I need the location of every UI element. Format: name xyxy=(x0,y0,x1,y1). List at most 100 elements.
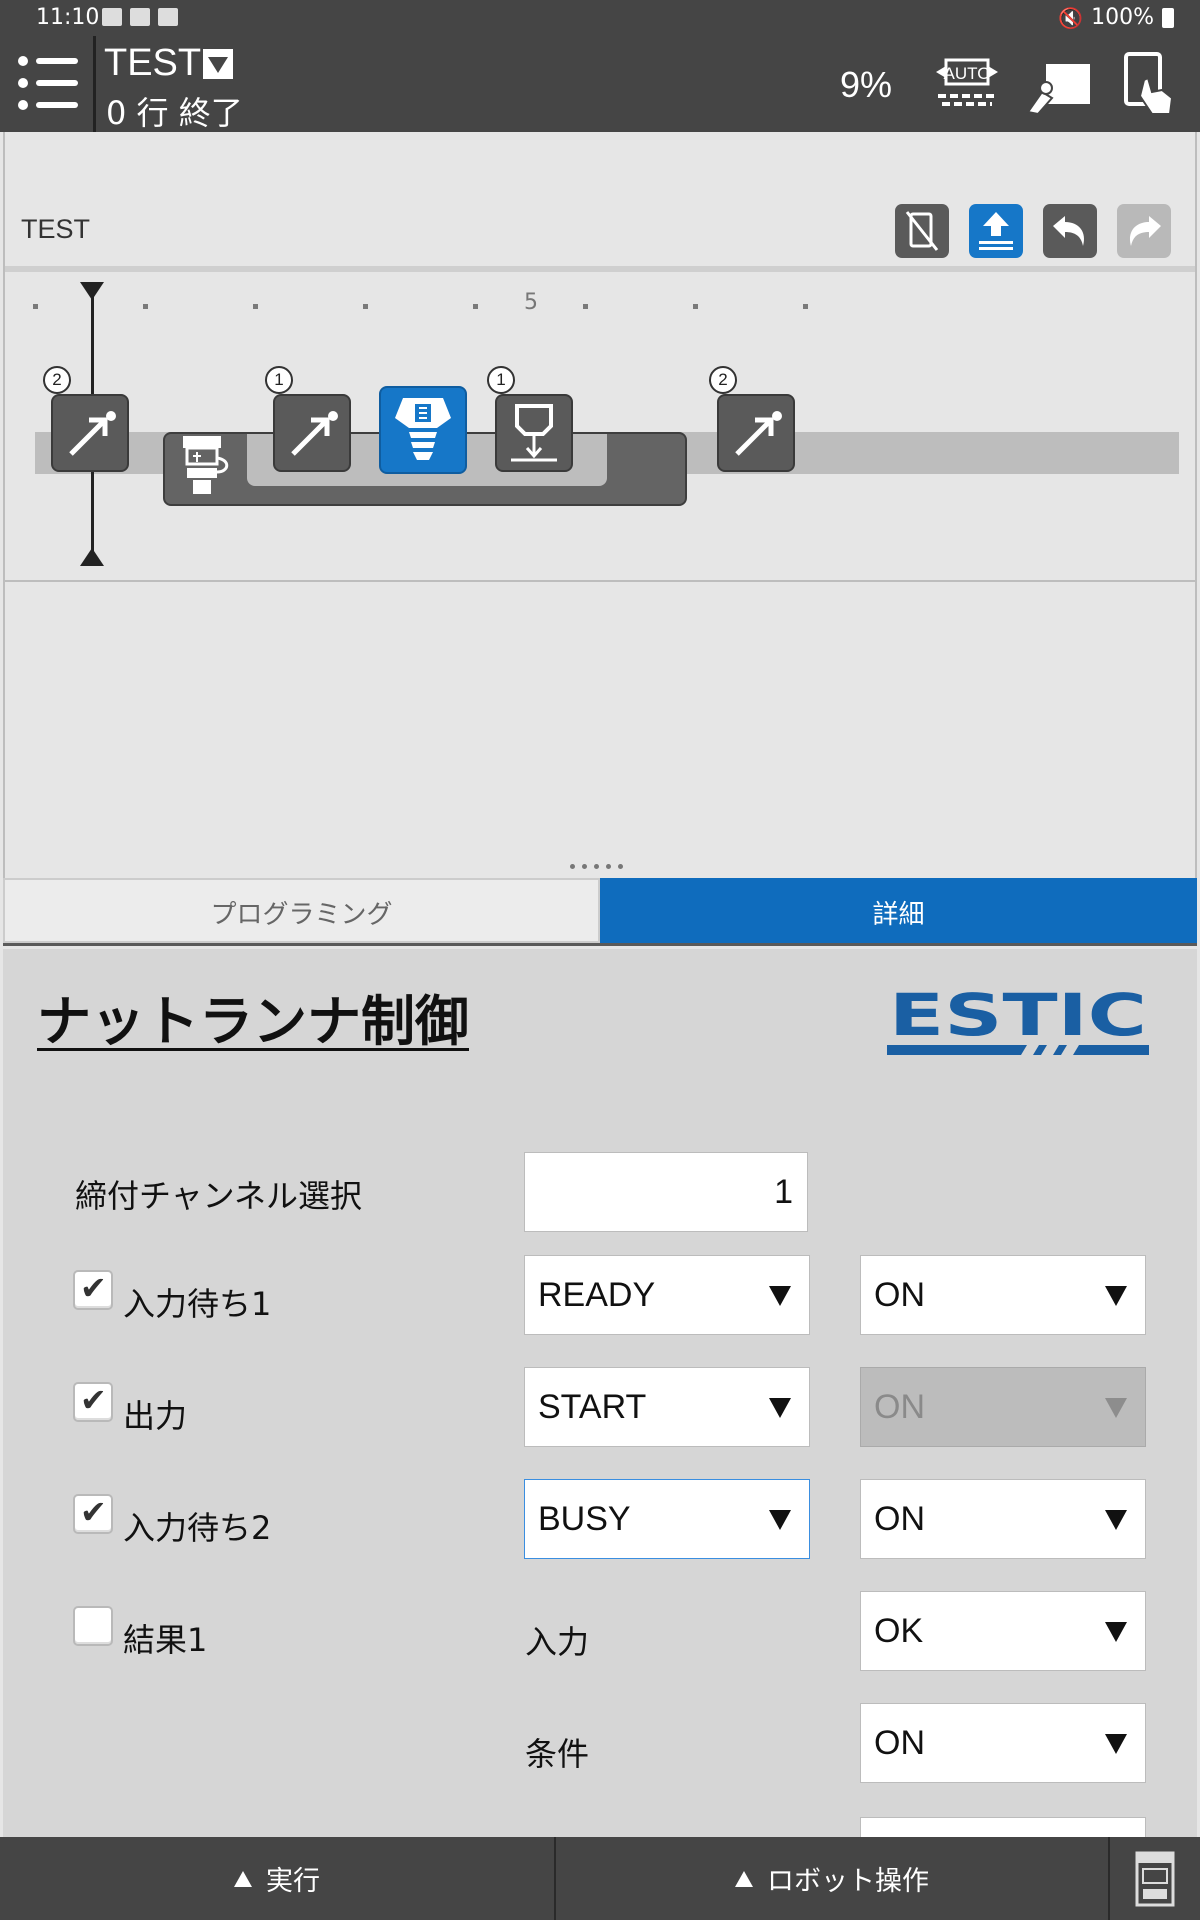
wait1-state-value: ON xyxy=(874,1276,925,1314)
wait2-label: 入力待ち2 xyxy=(123,1509,272,1547)
press-block[interactable] xyxy=(495,394,573,472)
dropdown-icon xyxy=(203,48,234,79)
run-button[interactable]: 実行 xyxy=(0,1837,554,1920)
timeline-marker-label: 5 xyxy=(524,290,538,315)
auto-mode-icon[interactable]: AUTO xyxy=(932,52,1002,116)
playhead-top-marker xyxy=(80,282,104,300)
redo-icon xyxy=(1129,216,1161,246)
redo-button[interactable] xyxy=(1117,204,1171,258)
nutrunner-icon xyxy=(395,398,451,460)
detail-panel: ナットランナ制御 ESTIC 締付チャンネル選択 1 入力待ち1 READY O… xyxy=(3,949,1197,1837)
run-label: 実行 xyxy=(266,1866,320,1897)
resize-handle[interactable] xyxy=(570,864,623,869)
nutrunner-block-selected[interactable] xyxy=(379,386,467,474)
block-badge: 2 xyxy=(43,366,71,394)
dropdown-arrow-icon xyxy=(1105,1622,1127,1642)
playhead-bottom-marker xyxy=(80,548,104,566)
channel-label: 締付チャンネル選択 xyxy=(75,1177,363,1215)
move-arrow-icon xyxy=(291,411,338,456)
result1-label: 結果1 xyxy=(123,1621,208,1659)
hide-teach-button[interactable] xyxy=(895,204,949,258)
block-badge: 1 xyxy=(265,366,293,394)
channel-input[interactable]: 1 xyxy=(524,1152,808,1232)
logo-text: ESTIC xyxy=(889,989,1147,1049)
controller-icon xyxy=(1135,1851,1175,1906)
dropdown-arrow-icon xyxy=(769,1510,791,1530)
wait1-signal-value: READY xyxy=(538,1276,656,1314)
menu-icon-line xyxy=(18,78,78,88)
panel-tabs: プログラミング 詳細 xyxy=(3,878,1197,946)
battery-level: 100% xyxy=(1091,5,1154,30)
menu-icon xyxy=(18,56,78,66)
mute-icon: 🔇 xyxy=(1058,5,1084,30)
speed-percent[interactable]: 9% xyxy=(840,64,892,106)
svg-text:AUTO: AUTO xyxy=(944,64,991,83)
press-icon xyxy=(511,404,557,462)
controller-button[interactable] xyxy=(1110,1837,1200,1920)
notification-icons xyxy=(102,8,178,26)
gallery-icon xyxy=(102,8,122,26)
app-header: TEST 0 行 終了 9% AUTO xyxy=(0,36,1200,132)
timeline-tick xyxy=(803,304,808,309)
expand-up-icon xyxy=(234,1870,252,1887)
move-block[interactable] xyxy=(717,394,795,472)
result1-input-value: OK xyxy=(874,1612,924,1650)
loop-icon xyxy=(183,436,229,494)
move-arrow-icon xyxy=(735,411,782,456)
wait1-state-select[interactable]: ON xyxy=(860,1255,1146,1335)
touch-panel-icon[interactable] xyxy=(1118,52,1188,116)
battery-icon xyxy=(1162,7,1174,28)
next-field-partial[interactable] xyxy=(860,1817,1146,1837)
result1-condition-select[interactable]: ON xyxy=(860,1703,1146,1783)
upload-button[interactable] xyxy=(969,204,1023,258)
wait2-state-value: ON xyxy=(874,1500,925,1538)
robot-operation-button[interactable]: ロボット操作 xyxy=(556,1837,1108,1920)
undo-button[interactable] xyxy=(1043,204,1097,258)
output-signal-select[interactable]: START xyxy=(524,1367,810,1447)
estic-logo: ESTIC xyxy=(887,989,1149,1055)
program-status: 0 行 終了 xyxy=(106,94,243,132)
program-editor: TEST 5 2 1 1 2 xyxy=(3,132,1197,878)
move-block[interactable] xyxy=(51,394,129,472)
result1-input-select[interactable]: OK xyxy=(860,1591,1146,1671)
program-name: TEST xyxy=(104,42,202,84)
expand-up-icon xyxy=(735,1870,753,1887)
tab-programming[interactable]: プログラミング xyxy=(3,878,600,943)
program-selector[interactable]: TEST xyxy=(104,42,234,85)
wait2-signal-value: BUSY xyxy=(538,1500,631,1538)
timeline-tick xyxy=(363,304,368,309)
output-checkbox[interactable] xyxy=(73,1381,113,1422)
wait2-state-select[interactable]: ON xyxy=(860,1479,1146,1559)
wait1-signal-select[interactable]: READY xyxy=(524,1255,810,1335)
result1-condition-value: ON xyxy=(874,1724,925,1762)
clock: 11:10 xyxy=(36,5,100,30)
output-label: 出力 xyxy=(123,1397,188,1435)
wait2-checkbox[interactable] xyxy=(73,1493,113,1534)
result1-checkbox[interactable] xyxy=(73,1606,113,1646)
upload-icon xyxy=(979,212,1013,250)
hide-teach-icon xyxy=(905,211,939,251)
undo-icon xyxy=(1053,216,1085,246)
block-badge: 2 xyxy=(709,366,737,394)
robot-teach-icon[interactable] xyxy=(1024,52,1094,116)
system-indicators: 🔇 100% xyxy=(1058,5,1174,30)
wait1-checkbox[interactable] xyxy=(73,1269,113,1310)
system-status-bar: 11:10 🔇 100% xyxy=(0,0,1200,36)
wait1-label: 入力待ち1 xyxy=(123,1285,272,1323)
move-block[interactable] xyxy=(273,394,351,472)
block-badge: 1 xyxy=(487,366,515,394)
editor-title: TEST xyxy=(21,214,91,244)
timeline-tick xyxy=(253,304,258,309)
app-root: 11:10 🔇 100% TEST 0 行 終了 9% AUTO TEST 5 … xyxy=(0,0,1200,1920)
detail-title: ナットランナ制御 xyxy=(37,990,469,1053)
tab-details[interactable]: 詳細 xyxy=(600,878,1197,943)
contacts-icon xyxy=(130,8,150,26)
menu-button[interactable] xyxy=(0,36,96,132)
move-arrow-icon xyxy=(69,411,116,456)
timeline[interactable]: 5 2 1 1 2 xyxy=(5,272,1195,582)
dropdown-arrow-icon xyxy=(1105,1510,1127,1530)
wait2-signal-select[interactable]: BUSY xyxy=(524,1479,810,1559)
timeline-tick xyxy=(33,304,38,309)
message-icon xyxy=(158,8,178,26)
timeline-tick xyxy=(583,304,588,309)
